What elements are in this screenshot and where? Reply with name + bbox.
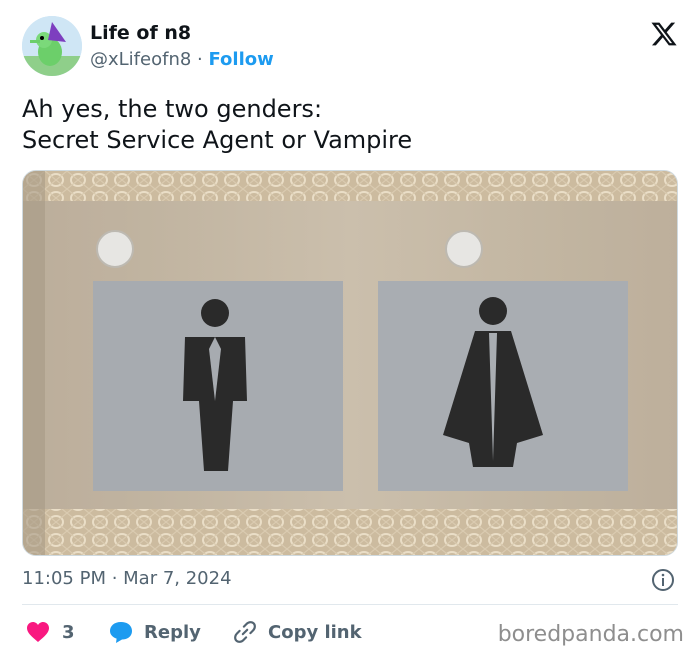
restroom-signs-photo	[23, 171, 677, 555]
separator: ·	[191, 49, 209, 70]
display-name[interactable]: Life of n8	[90, 22, 191, 44]
user-handle[interactable]: @xLifeofn8	[90, 49, 191, 70]
tweet-header: Life of n8 @xLifeofn8 · Follow	[22, 14, 682, 78]
info-icon[interactable]	[651, 568, 675, 592]
tweet-text: Ah yes, the two genders: Secret Service …	[22, 94, 662, 156]
reply-button[interactable]: Reply	[108, 618, 201, 646]
reply-label: Reply	[144, 621, 201, 643]
tweet-timestamp[interactable]: 11:05 PM · Mar 7, 2024	[22, 568, 232, 589]
reply-bubble-icon	[110, 622, 132, 643]
avatar[interactable]	[22, 16, 82, 76]
tweet-line-1: Ah yes, the two genders:	[22, 95, 323, 123]
copy-link-label: Copy link	[268, 621, 362, 643]
x-logo-icon[interactable]	[650, 20, 678, 48]
heart-icon	[27, 622, 49, 642]
like-count: 3	[62, 621, 75, 643]
tweet-photo[interactable]	[22, 170, 678, 556]
follow-button[interactable]: Follow	[208, 49, 273, 70]
link-icon	[234, 621, 256, 643]
tweet-line-2: Secret Service Agent or Vampire	[22, 126, 413, 154]
divider	[22, 604, 678, 605]
like-button[interactable]: 3	[26, 618, 75, 646]
copy-link-button[interactable]: Copy link	[232, 618, 362, 646]
handle-line: @xLifeofn8 · Follow	[90, 49, 274, 70]
watermark: boredpanda.com	[497, 622, 684, 647]
